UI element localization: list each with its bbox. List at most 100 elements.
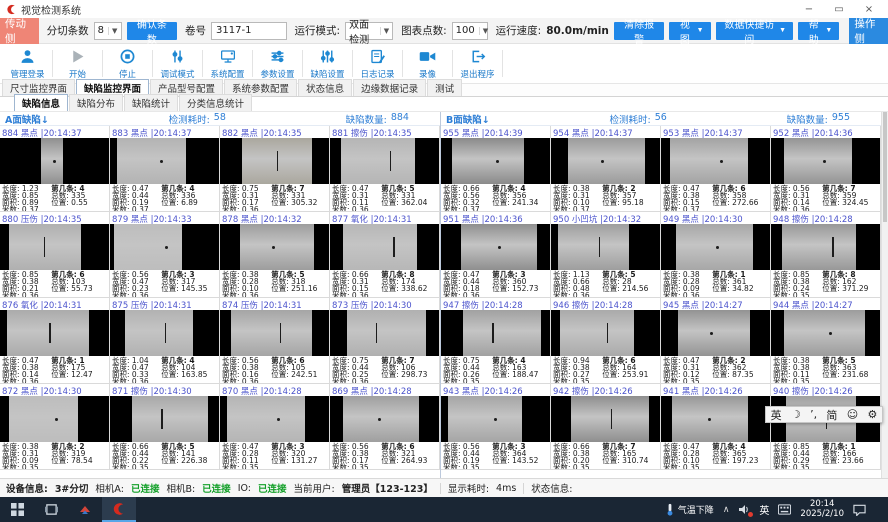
defect-cell[interactable]: 872 黑点 |20:14:30长度: 0.38宽度: 0.31面积: 0.09… (0, 384, 110, 470)
defect-cell[interactable]: 952 黑点 |20:14:36长度: 0.56宽度: 0.31面积: 0.14… (771, 126, 881, 212)
pinned-app-button[interactable] (68, 497, 102, 522)
defect-cell-header: 955 黑点 |20:14:39 (441, 126, 550, 138)
defect-cell[interactable]: 879 黑点 |20:14:33 长度: 0.56宽度: 0.47面积: 0.23… (110, 212, 220, 298)
defect-cell[interactable]: 951 黑点 |20:14:36长度: 0.47宽度: 0.44面积: 0.18… (441, 212, 551, 298)
ime-punctuation-toggle[interactable]: ’, (810, 408, 817, 421)
data-quick-access-button[interactable]: 数据快捷访问▼ (716, 22, 794, 40)
defect-cell[interactable]: 948 擦伤 |20:14:28长度: 0.85宽度: 0.38面积: 0.24… (771, 212, 881, 298)
defect-cell[interactable]: 884 黑点 |20:14:37长度: 1.23宽度: 0.85面积: 0.89… (0, 126, 110, 212)
keyboard-icon[interactable] (778, 504, 791, 515)
ime-simplified-toggle[interactable]: 简 (826, 407, 837, 423)
defect-cell[interactable]: 943 黑点 |20:14:26长度: 0.56宽度: 0.44面积: 0.19… (441, 384, 551, 470)
toolbar-log-button[interactable]: 日志记录 (354, 44, 401, 83)
action-center-icon[interactable] (853, 504, 866, 516)
toolbar-divider (502, 50, 503, 77)
start-button[interactable] (0, 497, 34, 522)
clock[interactable]: 20:14 2025/2/10 (800, 500, 844, 520)
active-app-button[interactable] (102, 497, 136, 522)
defect-cell[interactable]: 954 黑点 |20:14:37长度: 0.38宽度: 0.31面积: 0.10… (551, 126, 661, 212)
defect-cell[interactable]: 882 黑点 |20:14:35长度: 0.75宽度: 0.31面积: 0.17… (220, 126, 330, 212)
tab-test[interactable]: 测试 (427, 79, 462, 96)
close-button[interactable]: × (856, 2, 882, 16)
defect-mark (708, 418, 711, 421)
toolbar-sysconfig-button[interactable]: 系统配置 (204, 44, 251, 83)
ime-lang-toggle[interactable]: 英 (771, 407, 782, 423)
clear-alarm-button[interactable]: 清除报警 (614, 22, 664, 40)
chart-points-select[interactable]: 100▼ (452, 22, 488, 40)
panel-elapsed: 检测耗时:56 (610, 112, 667, 126)
language-indicator[interactable]: 英 (759, 502, 769, 517)
minimize-button[interactable]: − (796, 2, 822, 16)
defect-metadata: 长度: 0.47宽度: 0.31面积: 0.12米数: 0.35第几条: 2总数… (661, 356, 770, 384)
toolbar-login-button[interactable]: 管理登录 (4, 44, 51, 83)
view-menu-button[interactable]: 视图▼ (669, 22, 710, 40)
weather-widget[interactable]: 气温下降 (666, 503, 714, 516)
panel-count-value: 955 (832, 112, 850, 126)
material-strip (343, 224, 417, 270)
toolbar-record-button[interactable]: 录像 (404, 44, 451, 83)
defect-cell[interactable]: 941 黑点 |20:14:26长度: 0.47宽度: 0.28面积: 0.10… (661, 384, 771, 470)
defect-cell[interactable]: 883 黑点 |20:14:37长度: 0.47宽度: 0.44面积: 0.19… (110, 126, 220, 212)
tray-expand-caret[interactable]: ∧ (723, 505, 730, 515)
subtab-class-stats[interactable]: 分类信息统计 (179, 94, 252, 111)
camera-a-status: 已连接 (131, 481, 160, 495)
run-mode-select[interactable]: 双面检测▼ (345, 22, 393, 40)
operator-side-button[interactable]: 操作侧 (849, 18, 888, 44)
defect-cell[interactable]: 950 小凹坑 |20:14:32长度: 1.13宽度: 0.66面积: 0.4… (551, 212, 661, 298)
defect-metadata: 长度: 0.85宽度: 0.44面积: 0.29米数: 0.35第几条: 1总数… (771, 442, 880, 470)
subtab-defect-dist[interactable]: 缺陷分布 (69, 94, 123, 111)
defect-cell[interactable]: 880 压伤 |20:14:35长度: 0.85宽度: 0.38面积: 0.21… (0, 212, 110, 298)
defect-cell[interactable]: 940 擦伤 |20:14:26长度: 0.85宽度: 0.44面积: 0.29… (771, 384, 881, 470)
confirm-slit-button[interactable]: 确认条数 (127, 22, 177, 40)
panel-count-label: 缺陷数量: (346, 112, 387, 126)
volume-button[interactable] (738, 504, 750, 515)
defect-cell[interactable]: 878 黑点 |20:14:32长度: 0.38宽度: 0.28面积: 0.10… (220, 212, 330, 298)
toolbar-defectset-button[interactable]: 缺陷设置 (304, 44, 351, 83)
defect-cell[interactable]: 874 压伤 |20:14:31长度: 0.56宽度: 0.38面积: 0.16… (220, 298, 330, 384)
task-view-button[interactable] (34, 497, 68, 522)
defect-cell[interactable]: 870 黑点 |20:14:28长度: 0.47宽度: 0.28面积: 0.11… (220, 384, 330, 470)
subtab-defect-info[interactable]: 缺陷信息 (14, 94, 68, 111)
ime-settings-gear-icon[interactable]: ⚙ (867, 408, 877, 421)
defect-cell[interactable]: 955 黑点 |20:14:39长度: 0.66宽度: 0.56面积: 0.32… (441, 126, 551, 212)
slit-count-select[interactable]: 8▼ (94, 22, 122, 40)
defect-cell-header: 873 压伤 |20:14:30 (330, 298, 439, 310)
toolbar-start-button[interactable]: 开始 (54, 44, 101, 83)
roll-number-input[interactable]: 3117-1 (211, 22, 286, 40)
subtab-defect-stats[interactable]: 缺陷统计 (124, 94, 178, 111)
defect-cell-header: 879 黑点 |20:14:33 (110, 212, 219, 224)
metadata-right-column: 第几条: 7总数: 331位置: 305.32 (271, 185, 317, 206)
defect-cell[interactable]: 949 黑点 |20:14:30长度: 0.38宽度: 0.28面积: 0.09… (661, 212, 771, 298)
tab-status-info[interactable]: 状态信息 (298, 79, 352, 96)
vertical-scrollbar[interactable] (881, 112, 888, 478)
defect-cell[interactable]: 869 黑点 |20:14:28长度: 0.56宽度: 0.38面积: 0.17… (330, 384, 440, 470)
defect-cell[interactable]: 873 压伤 |20:14:30长度: 0.75宽度: 0.44面积: 0.25… (330, 298, 440, 384)
toolbar-params-button[interactable]: 参数设置 (254, 44, 301, 83)
defect-image (220, 224, 329, 270)
defect-cell[interactable]: 953 黑点 |20:14:37长度: 0.47宽度: 0.38面积: 0.15… (661, 126, 771, 212)
toolbar-stop-button[interactable]: 停止 (104, 44, 151, 83)
defect-metadata: 长度: 0.56宽度: 0.47面积: 0.23米数: 0.36第几条: 3总数… (110, 270, 219, 298)
defect-cell[interactable]: 942 擦伤 |20:14:26长度: 0.66宽度: 0.38面积: 0.20… (551, 384, 661, 470)
ime-fullhalf-moon-icon[interactable]: ☽ (791, 408, 801, 421)
defect-cell[interactable]: 944 黑点 |20:14:27长度: 0.38宽度: 0.38面积: 0.11… (771, 298, 881, 384)
scrollbar-thumb[interactable] (883, 112, 887, 222)
toolbar-exit-button[interactable]: 退出程序 (454, 44, 501, 83)
ime-emoji-icon[interactable]: ☺ (847, 408, 858, 421)
tab-edge-records[interactable]: 边缘数据记录 (353, 79, 426, 96)
defect-cell-header: 881 擦伤 |20:14:35 (330, 126, 439, 138)
defect-cell[interactable]: 881 擦伤 |20:14:35长度: 0.47宽度: 0.31面积: 0.11… (330, 126, 440, 212)
help-menu-button[interactable]: 帮助▼ (798, 22, 839, 40)
defect-cell[interactable]: 947 擦伤 |20:14:28长度: 0.75宽度: 0.44面积: 0.26… (441, 298, 551, 384)
defect-cell[interactable]: 876 氧化 |20:14:31长度: 0.47宽度: 0.38面积: 0.14… (0, 298, 110, 384)
defect-cell[interactable]: 871 擦伤 |20:14:30长度: 0.66宽度: 0.44面积: 0.22… (110, 384, 220, 470)
toolbar-debug-button[interactable]: 调试模式 (154, 44, 201, 83)
defect-cell[interactable]: 945 黑点 |20:14:27长度: 0.47宽度: 0.31面积: 0.12… (661, 298, 771, 384)
defect-cell[interactable]: 875 压伤 |20:14:31长度: 1.04宽度: 0.47面积: 0.33… (110, 298, 220, 384)
defect-cell[interactable]: 877 氧化 |20:14:31长度: 0.66宽度: 0.31面积: 0.15… (330, 212, 440, 298)
defect-cell[interactable]: 946 擦伤 |20:14:28长度: 0.94宽度: 0.38面积: 0.27… (551, 298, 661, 384)
maximize-button[interactable]: ▭ (826, 2, 852, 16)
drive-side-button[interactable]: 传动侧 (0, 18, 39, 44)
meta-pos: 位置: 241.34 (492, 199, 538, 206)
material-strip (125, 310, 193, 356)
